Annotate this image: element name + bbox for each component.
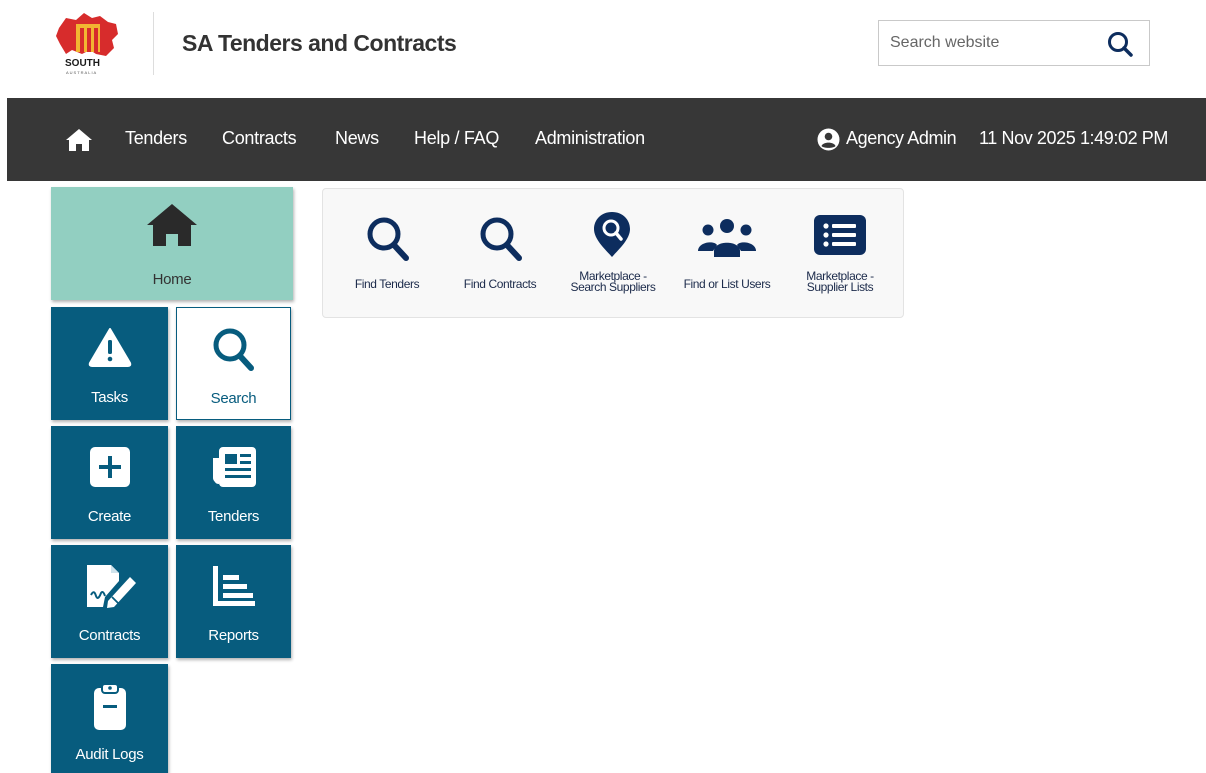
newspaper-icon [212,447,256,487]
nav-link-administration[interactable]: Administration [535,128,645,149]
main-navbar: Tenders Contracts News Help / FAQ Admini… [7,98,1206,181]
tile-home[interactable]: Home [51,187,293,300]
tile-label: Home [152,271,192,288]
tile-label: Audit Logs [75,746,144,763]
logo-subtext: AUSTRALIA [66,70,98,75]
find-or-list-users-option[interactable]: Find or List Users [670,189,784,317]
tile-tenders[interactable]: Tenders [176,426,291,539]
marketplace-supplier-lists-option[interactable]: Marketplace - Supplier Lists [783,189,897,317]
tile-label: Tasks [91,389,128,406]
tile-label: Tenders [207,508,260,525]
search-icon [480,217,522,261]
logo-wordmark: SOUTH [65,58,100,69]
tile-contracts[interactable]: Contracts [51,545,168,658]
current-user[interactable]: Agency Admin [846,128,957,149]
search-input[interactable] [890,32,1090,54]
contract-signature-icon [86,565,136,608]
site-header: SOUTH AUSTRALIA SA Tenders and Contracts [0,0,1206,98]
list-icon [814,215,866,255]
nav-link-tenders[interactable]: Tenders [125,128,187,149]
search-icon [213,328,254,371]
home-icon [147,204,197,246]
map-pin-search-icon [594,212,630,257]
marketplace-search-suppliers-option[interactable]: Marketplace - Search Suppliers [556,189,670,317]
warning-icon [88,328,131,367]
find-contracts-option[interactable]: Find Contracts [443,189,557,317]
chart-bars-icon [212,566,255,606]
tile-audit-logs[interactable]: Audit Logs [51,664,168,773]
users-icon [698,219,756,257]
search-icon [1108,32,1133,57]
nav-link-help-faq[interactable]: Help / FAQ [414,128,499,149]
option-label-line-2: Search Suppliers [570,280,656,294]
search-icon [367,217,409,261]
logo-map-icon [56,13,118,56]
option-label: Find Contracts [463,277,537,291]
tile-create[interactable]: Create [51,426,168,539]
tile-label: Contracts [78,627,141,644]
site-search [878,20,1150,66]
tile-label: Search [210,390,257,407]
header-divider [153,12,154,75]
search-button[interactable] [1105,29,1135,59]
find-tenders-option[interactable]: Find Tenders [330,189,444,317]
option-label: Marketplace - Search Suppliers [556,270,670,294]
nav-link-news[interactable]: News [335,128,379,149]
plus-square-icon [89,447,130,487]
option-label: Find or List Users [683,277,771,291]
current-datetime: 11 Nov 2025 1:49:02 PM [979,128,1168,148]
home-icon [66,129,92,151]
search-options-panel: Find Tenders Find Contracts Marketplace … [322,188,904,318]
sa-government-logo[interactable]: SOUTH AUSTRALIA [54,10,124,78]
tile-tasks[interactable]: Tasks [51,307,168,420]
option-label: Marketplace - Supplier Lists [783,270,897,294]
site-title[interactable]: SA Tenders and Contracts [182,30,457,57]
user-circle-icon[interactable] [817,128,840,151]
option-label-line-2: Supplier Lists [806,280,874,294]
tile-label: Create [87,508,132,525]
tile-search[interactable]: Search [176,307,291,420]
nav-home-button[interactable] [64,127,94,153]
tile-reports[interactable]: Reports [176,545,291,658]
nav-link-contracts[interactable]: Contracts [222,128,297,149]
tile-label: Reports [208,627,259,644]
option-label: Find Tenders [354,277,420,291]
clipboard-icon [93,683,126,730]
